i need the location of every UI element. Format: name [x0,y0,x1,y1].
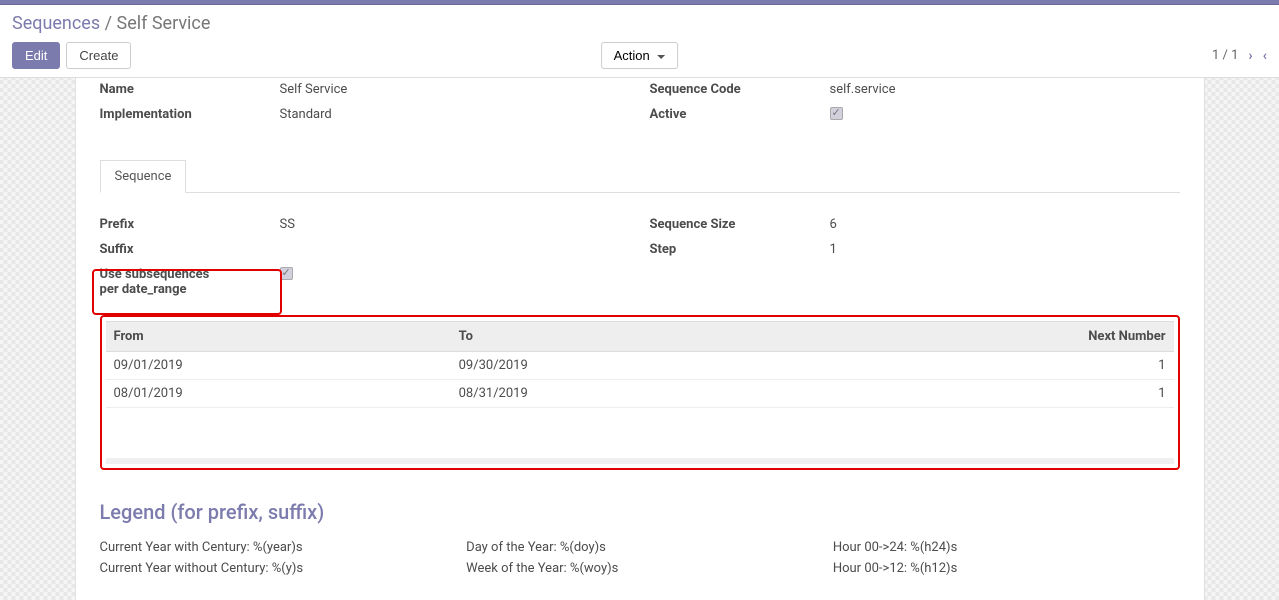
pager-prev-icon[interactable]: ‹ [1263,48,1267,64]
th-to[interactable]: To [451,322,796,352]
value-prefix: SS [280,217,630,232]
action-dropdown-button[interactable]: Action [601,42,679,69]
cell-from: 08/01/2019 [106,380,451,408]
pager: 1 / 1 › ‹ [1212,48,1267,64]
legend-item: Day of the Year: %(doy)s [466,540,813,555]
tab-sequence[interactable]: Sequence [100,160,187,193]
breadcrumb-current: Self Service [117,13,211,34]
legend-title: Legend (for prefix, suffix) [100,500,1180,524]
label-active: Active [650,107,810,124]
label-implementation: Implementation [100,107,260,124]
value-step: 1 [830,242,1180,257]
value-use-subsequences [280,267,630,297]
use-subsequences-checkbox[interactable] [280,267,293,280]
form-view: Name Self Service Sequence Code self.ser… [75,78,1205,600]
label-use-subsequences-l1: Use subsequences [100,267,210,282]
table-row[interactable]: 09/01/2019 09/30/2019 1 [106,352,1174,380]
header: Sequences / Self Service Edit Create Act… [0,5,1279,78]
label-name: Name [100,82,260,97]
cell-next: 1 [796,352,1174,380]
cell-from: 09/01/2019 [106,352,451,380]
label-step: Step [650,242,810,257]
cell-next: 1 [796,380,1174,408]
breadcrumb-sep: / [100,13,116,34]
value-active [830,107,1180,124]
value-sequence-code: self.service [830,82,1180,97]
legend-item: Current Year without Century: %(y)s [100,561,447,576]
label-prefix: Prefix [100,217,260,232]
value-name: Self Service [280,82,630,97]
value-suffix [280,242,630,257]
label-use-subsequences: Use subsequences per date_range [100,267,260,297]
pager-text: 1 / 1 [1212,48,1238,63]
active-checkbox[interactable] [830,107,843,120]
table-row[interactable]: 08/01/2019 08/31/2019 1 [106,380,1174,408]
label-sequence-size: Sequence Size [650,217,810,232]
cell-to: 08/31/2019 [451,380,796,408]
action-label: Action [614,48,650,63]
table-footer [106,458,1174,464]
label-sequence-code: Sequence Code [650,82,810,97]
value-implementation: Standard [280,107,630,124]
th-from[interactable]: From [106,322,451,352]
breadcrumb: Sequences / Self Service [12,13,1267,34]
date-range-table: From To Next Number 09/01/2019 09/30/201… [106,321,1174,408]
label-suffix: Suffix [100,242,260,257]
highlight-date-range-table: From To Next Number 09/01/2019 09/30/201… [100,315,1180,470]
tab-sequence-content: Prefix SS Sequence Size 6 Suffix Step 1 … [100,193,1180,576]
th-next-number[interactable]: Next Number [796,322,1174,352]
chevron-down-icon [657,55,665,59]
create-button[interactable]: Create [66,42,131,69]
breadcrumb-parent-link[interactable]: Sequences [12,13,100,34]
legend-grid: Current Year with Century: %(year)s Day … [100,540,1180,576]
legend-item: Hour 00->12: %(h12)s [833,561,1180,576]
legend-item: Hour 00->24: %(h24)s [833,540,1180,555]
cell-to: 09/30/2019 [451,352,796,380]
edit-button[interactable]: Edit [12,42,60,69]
legend-item: Current Year with Century: %(year)s [100,540,447,555]
pager-next-icon[interactable]: › [1248,48,1252,64]
value-sequence-size: 6 [830,217,1180,232]
label-use-subsequences-l2: per date_range [100,282,187,297]
form-header-grid: Name Self Service Sequence Code self.ser… [100,78,1180,124]
legend-item: Week of the Year: %(woy)s [466,561,813,576]
tabs: Sequence [100,160,1180,193]
